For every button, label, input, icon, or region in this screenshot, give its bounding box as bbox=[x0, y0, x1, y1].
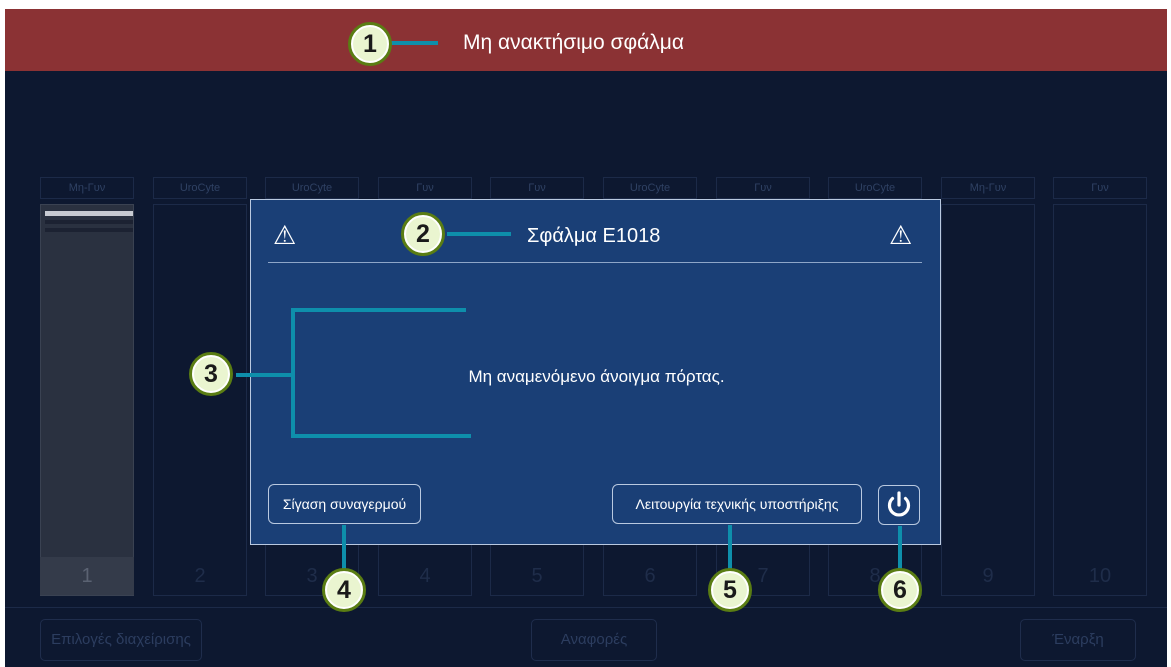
reports-button[interactable]: Αναφορές bbox=[531, 619, 657, 661]
warning-icon: ⚠ bbox=[889, 220, 913, 250]
callout-badge-6: 6 bbox=[878, 568, 922, 612]
callout-leader-line bbox=[728, 525, 732, 571]
vial-number: 6 bbox=[644, 565, 656, 587]
vial-slot bbox=[1053, 204, 1147, 596]
vial-type-label: Γυν bbox=[378, 177, 472, 199]
error-code-title: Σφάλμα E1018 bbox=[527, 225, 661, 247]
callout-badge-5: 5 bbox=[708, 568, 752, 612]
start-button[interactable]: Έναρξη bbox=[1020, 619, 1136, 661]
vial-slot bbox=[40, 204, 134, 596]
vial-number: 5 bbox=[531, 565, 543, 587]
service-mode-button[interactable]: Λειτουργία τεχνικής υποστήριξης bbox=[612, 484, 862, 524]
vial-number: 4 bbox=[419, 565, 431, 587]
vial-number: 10 bbox=[1088, 565, 1112, 587]
silence-alarm-button[interactable]: Σίγαση συναγερμού bbox=[268, 484, 421, 524]
callout-badge-2: 2 bbox=[401, 212, 445, 256]
vial-type-label: Μη-Γυν bbox=[941, 177, 1035, 199]
error-dialog: ⚠ Σφάλμα E1018 ⚠ Μη αναμενόμενο άνοιγμα … bbox=[250, 199, 941, 545]
admin-options-button[interactable]: Επιλογές διαχείρισης bbox=[40, 619, 202, 661]
callout-bracket bbox=[291, 308, 466, 312]
warning-icon: ⚠ bbox=[273, 220, 297, 250]
callout-bracket bbox=[291, 434, 471, 438]
vial-type-label: Μη-Γυν bbox=[40, 177, 134, 199]
slot-indicator-bar bbox=[45, 220, 133, 224]
callout-leader-line bbox=[898, 526, 902, 571]
vial-number: 2 bbox=[194, 565, 206, 587]
callout-leader-line bbox=[447, 232, 511, 236]
vial-slot bbox=[941, 204, 1035, 596]
power-icon bbox=[887, 491, 911, 517]
callout-number: 5 bbox=[713, 573, 747, 607]
power-button[interactable] bbox=[878, 485, 920, 525]
callout-leader-line bbox=[236, 373, 294, 377]
status-title: Μη ανακτήσιμο σφάλμα bbox=[463, 31, 684, 54]
vial-type-label: Γυν bbox=[1053, 177, 1147, 199]
error-message: Μη αναμενόμενο άνοιγμα πόρτας. bbox=[468, 367, 725, 386]
slot-indicator-bar bbox=[45, 211, 133, 216]
callout-number: 4 bbox=[327, 573, 361, 607]
instrument-screen: Μη ανακτήσιμο σφάλμα Μη-Γυν 1 UroCyte 2 … bbox=[5, 9, 1167, 667]
slot-indicator-bar bbox=[45, 228, 133, 232]
vial-number: 1 bbox=[40, 557, 134, 595]
vial-type-label: Γυν bbox=[716, 177, 810, 199]
vial-type-label: UroCyte bbox=[828, 177, 922, 199]
callout-leader-line bbox=[342, 525, 346, 571]
callout-number: 1 bbox=[353, 27, 387, 61]
callout-badge-4: 4 bbox=[322, 568, 366, 612]
vial-number: 9 bbox=[982, 565, 994, 587]
status-bar: Μη ανακτήσιμο σφάλμα bbox=[5, 9, 1167, 71]
vial-slot bbox=[153, 204, 247, 596]
callout-badge-3: 3 bbox=[189, 352, 233, 396]
callout-number: 3 bbox=[194, 357, 228, 391]
callout-number: 6 bbox=[883, 573, 917, 607]
vial-type-label: Γυν bbox=[490, 177, 584, 199]
callout-bracket bbox=[291, 308, 295, 438]
callout-leader-line bbox=[390, 41, 438, 45]
callout-number: 2 bbox=[406, 217, 440, 251]
vial-type-label: UroCyte bbox=[265, 177, 359, 199]
footer-divider bbox=[5, 607, 1167, 608]
dialog-divider bbox=[268, 262, 922, 263]
callout-badge-1: 1 bbox=[348, 22, 392, 66]
vial-type-label: UroCyte bbox=[603, 177, 697, 199]
vial-type-label: UroCyte bbox=[153, 177, 247, 199]
